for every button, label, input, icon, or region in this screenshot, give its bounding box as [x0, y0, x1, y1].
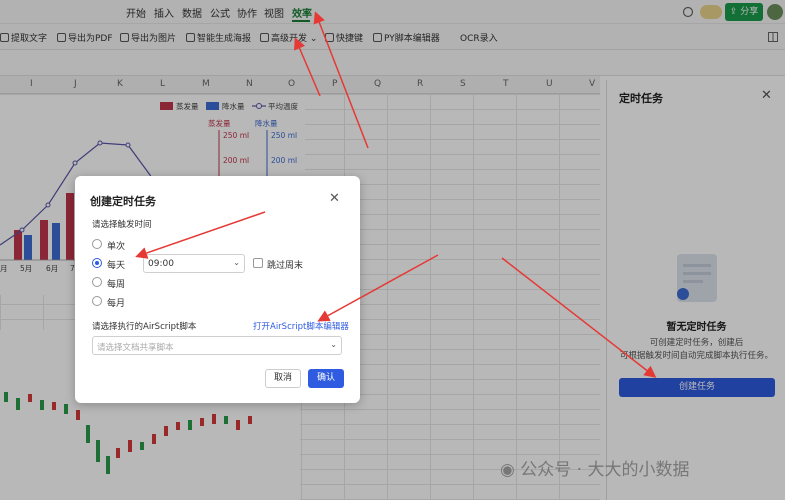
- app-window: 开始 插入 数据 公式 协作 视图 效率 ⇪ 分享 提取文字 导出为PDF 导出…: [0, 0, 785, 500]
- arrow-to-editor-link: [317, 254, 439, 322]
- arrow-to-daily-option: [135, 211, 266, 259]
- annotation-arrows: [135, 11, 657, 378]
- watermark-text: 公众号 · 大大的小数据: [520, 460, 690, 480]
- arrow-to-create-task: [501, 257, 657, 378]
- arrow-to-advanced-dev: [294, 37, 321, 97]
- arrow-to-efficiency-tab: [313, 11, 369, 149]
- wechat-icon: ◉: [500, 460, 515, 480]
- watermark: ◉ 公众号 · 大大的小数据: [500, 455, 689, 480]
